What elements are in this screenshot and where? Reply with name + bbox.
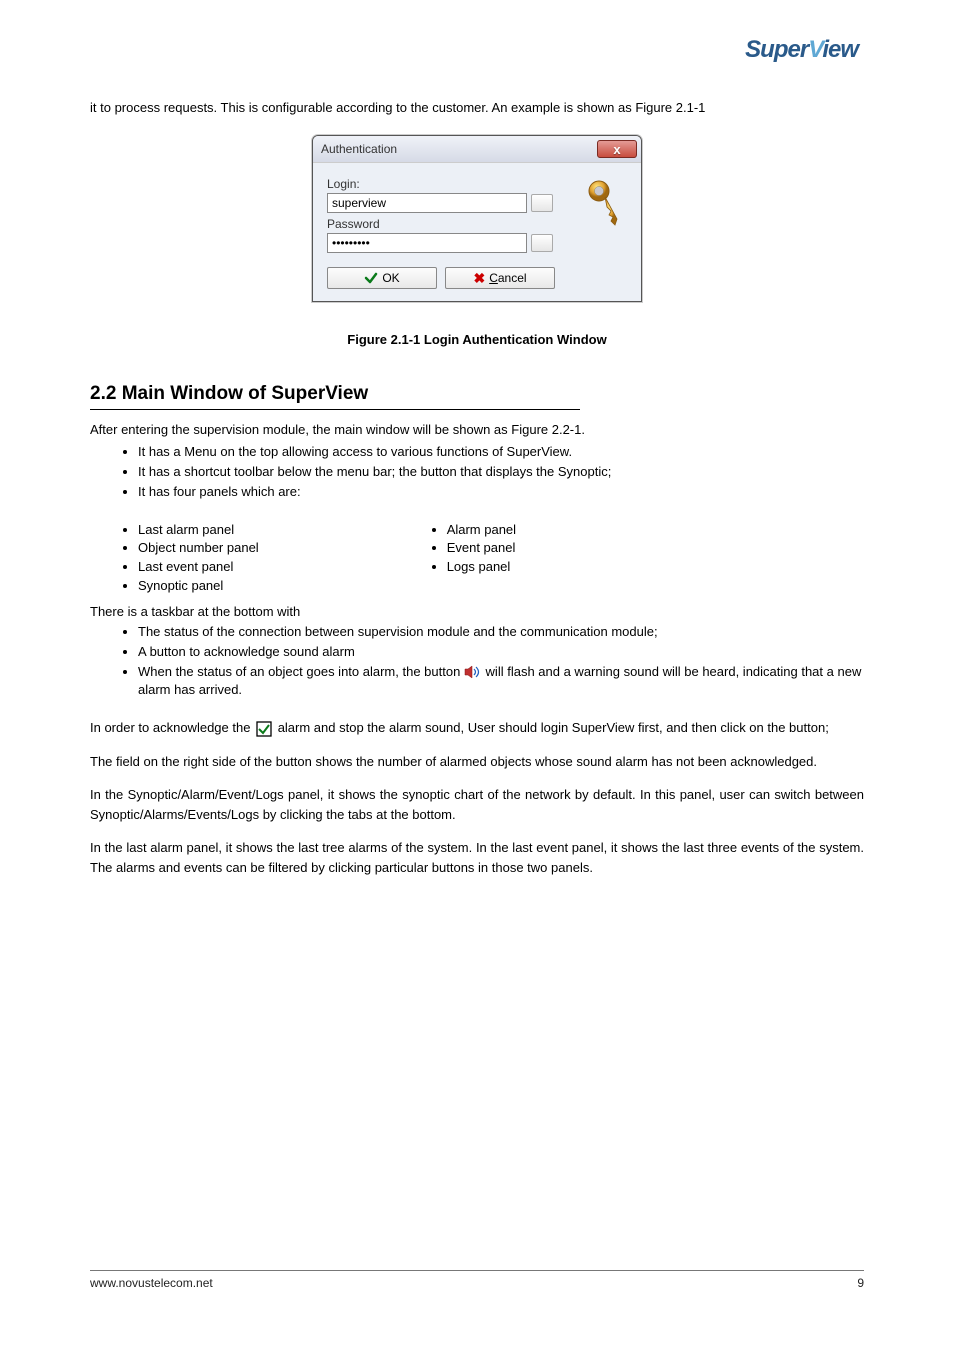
paragraph: In the last alarm panel, it shows the la… xyxy=(90,838,864,877)
login-label: Login: xyxy=(327,177,629,191)
list-item: Object number panel xyxy=(138,539,259,558)
taskbar-list: The status of the connection between sup… xyxy=(90,623,864,700)
taskbar-intro: There is a taskbar at the bottom with xyxy=(90,604,864,619)
key-icon xyxy=(587,177,623,233)
page-content: it to process requests. This is configur… xyxy=(90,100,864,877)
speaker-icon xyxy=(464,665,482,679)
footer-url: www.novustelecom.net xyxy=(90,1276,213,1290)
close-button[interactable]: x xyxy=(597,140,637,158)
page-number: 9 xyxy=(857,1276,864,1290)
keyboard-icon[interactable] xyxy=(531,234,553,252)
close-icon: x xyxy=(613,142,620,157)
page-footer: www.novustelecom.net 9 xyxy=(90,1270,864,1290)
list-item: A button to acknowledge sound alarm xyxy=(138,643,864,662)
dialog-titlebar: Authentication x xyxy=(313,136,641,163)
dialog-figure: Authentication x xyxy=(90,135,864,302)
cancel-button[interactable]: ✖ Cancel xyxy=(445,267,555,289)
list-item: Last event panel xyxy=(138,558,259,577)
intro-paragraph: it to process requests. This is configur… xyxy=(90,100,864,115)
list-item: Logs panel xyxy=(447,558,516,577)
list-item: It has a shortcut toolbar below the menu… xyxy=(138,463,864,482)
list-item: Event panel xyxy=(447,539,516,558)
panel-list-right: Alarm panel Event panel Logs panel xyxy=(399,521,516,596)
paragraph: The field on the right side of the butto… xyxy=(90,752,864,772)
password-input[interactable] xyxy=(327,233,527,253)
list-item: When the status of an object goes into a… xyxy=(138,663,864,701)
section-heading: 2.2 Main Window of SuperView xyxy=(90,383,580,410)
x-icon: ✖ xyxy=(473,270,485,287)
checkmark-icon xyxy=(364,271,378,285)
brand-logo: SuperView xyxy=(745,36,858,63)
paragraph: In the Synoptic/Alarm/Event/Logs panel, … xyxy=(90,785,864,824)
login-input[interactable] xyxy=(327,193,527,213)
list-item: Alarm panel xyxy=(447,521,516,540)
list-item: The status of the connection between sup… xyxy=(138,623,864,642)
acknowledge-icon xyxy=(256,721,272,737)
ok-button[interactable]: OK xyxy=(327,267,437,289)
section-intro: After entering the supervision module, t… xyxy=(90,422,864,437)
list-item: Synoptic panel xyxy=(138,577,259,596)
list-item: It has four panels which are: xyxy=(138,483,864,502)
page-header: SuperView xyxy=(745,36,858,64)
list-item: It has a Menu on the top allowing access… xyxy=(138,443,864,462)
authentication-dialog: Authentication x xyxy=(312,135,642,302)
panel-list-left: Last alarm panel Object number panel Las… xyxy=(90,521,259,596)
figure-caption: Figure 2.1-1 Login Authentication Window xyxy=(90,332,864,347)
list-item: Last alarm panel xyxy=(138,521,259,540)
dialog-body: Login: Password OK xyxy=(313,163,641,301)
password-label: Password xyxy=(327,217,629,231)
paragraph: In order to acknowledge the alarm and st… xyxy=(90,718,864,738)
panel-columns: Last alarm panel Object number panel Las… xyxy=(90,521,864,596)
dialog-title: Authentication xyxy=(321,142,397,156)
keyboard-icon[interactable] xyxy=(531,194,553,212)
feature-list: It has a Menu on the top allowing access… xyxy=(90,443,864,502)
